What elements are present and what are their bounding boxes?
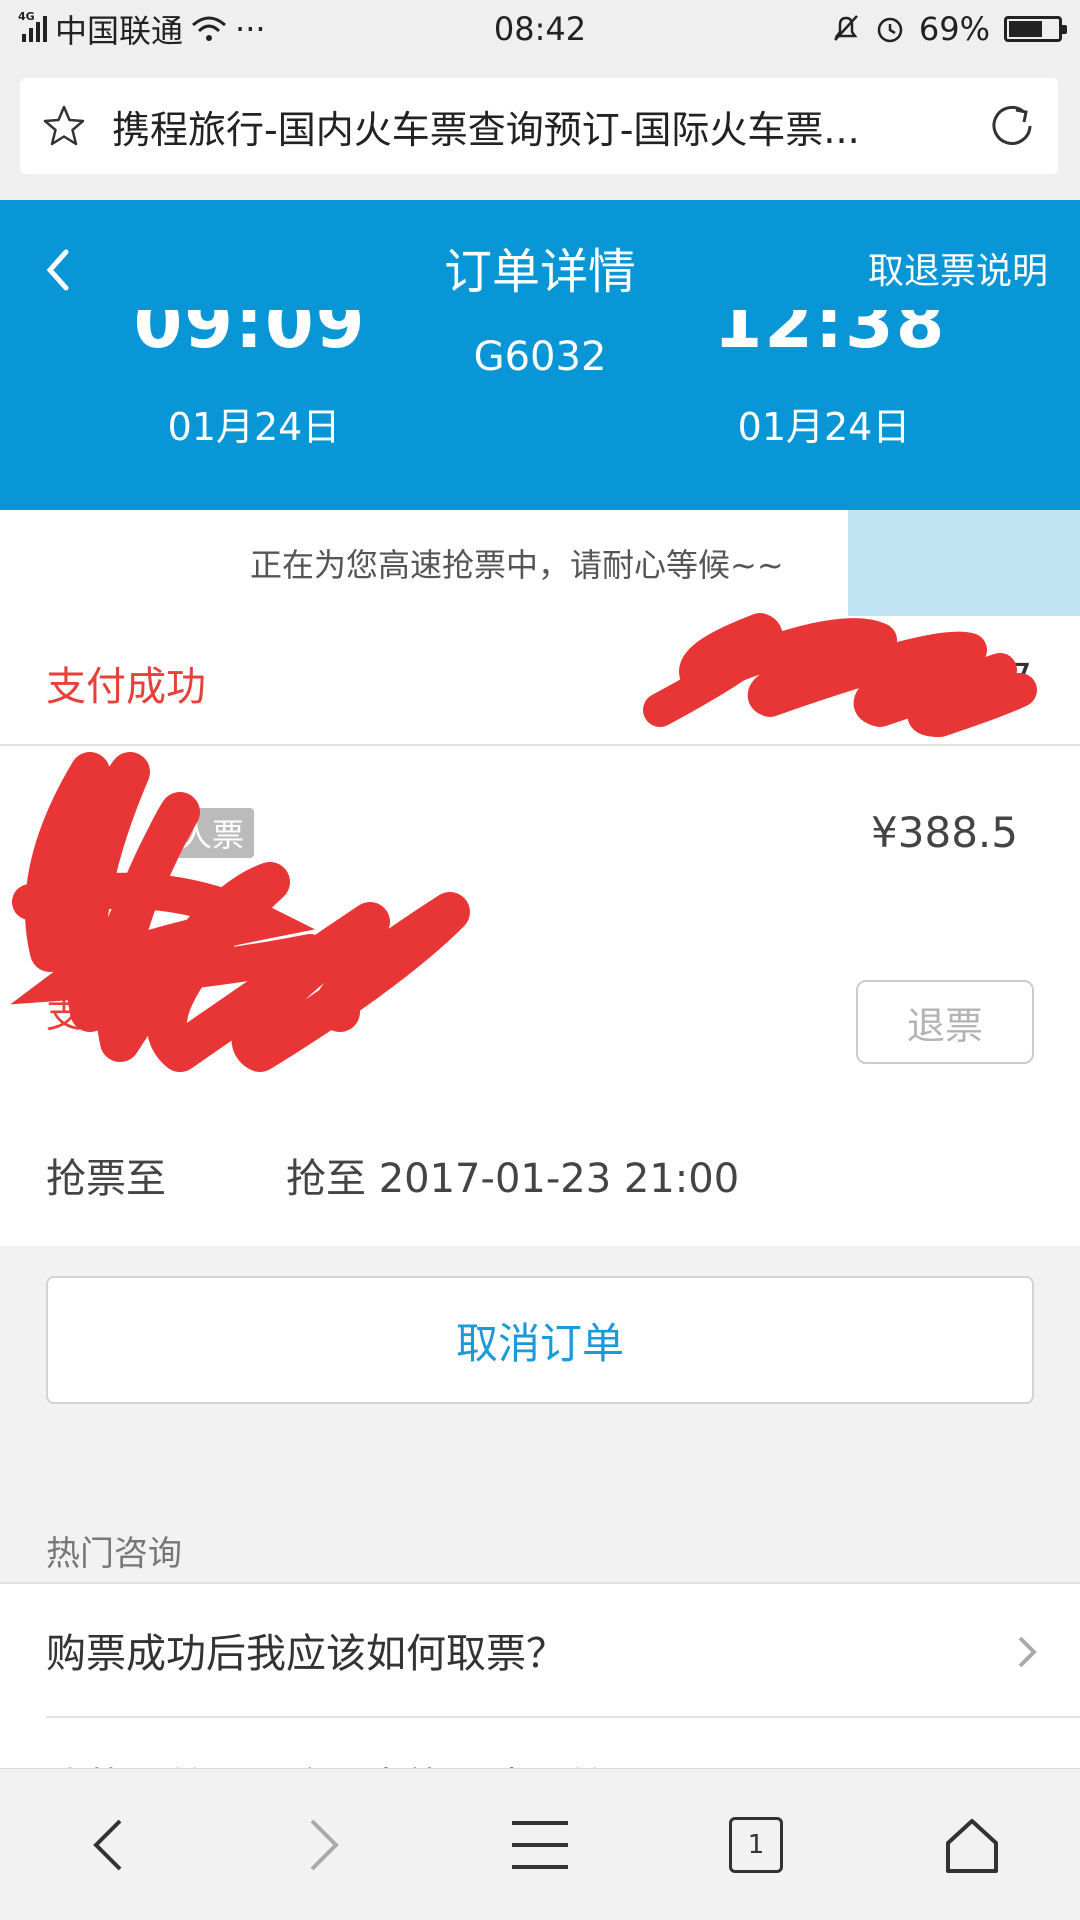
cancel-order-button[interactable]: 取消订单 <box>46 1276 1034 1404</box>
wifi-icon <box>192 16 227 41</box>
mute-bell-icon <box>833 15 858 41</box>
star-icon[interactable] <box>40 102 88 150</box>
redaction-scribble <box>10 752 470 1072</box>
chevron-right-icon <box>1018 1636 1037 1668</box>
battery-percent: 69% <box>918 10 990 48</box>
faq-question: 我的订单显示购票中能取消订单吗？ <box>46 1755 686 1768</box>
tabs-count: 1 <box>729 1816 783 1873</box>
arrival-date: 01月24日 <box>737 405 911 449</box>
url-bar[interactable]: 携程旅行-国内火车票查询预订-国际火车票... <box>20 78 1058 174</box>
redaction-scribble <box>643 613 1037 737</box>
grab-until-value: 抢至 2017-01-23 21:00 <box>286 1156 740 1202</box>
browser-menu-button[interactable] <box>500 1805 580 1885</box>
battery-icon <box>1004 16 1067 42</box>
alarm-icon <box>877 17 903 43</box>
clock: 08:42 <box>493 10 587 48</box>
more-indicator: ··· <box>235 10 266 48</box>
train-number: G6032 <box>473 334 607 380</box>
refund-button[interactable]: 退票 <box>856 980 1034 1064</box>
browser-toolbar: 1 <box>0 1768 1080 1920</box>
home-icon <box>946 1818 998 1873</box>
faq-title: 热门咨询 <box>46 1534 182 1574</box>
departure-date: 01月24日 <box>167 405 341 449</box>
browser-url-area: 携程旅行-国内火车票查询预订-国际火车票... <box>0 58 1080 200</box>
back-icon <box>93 1819 122 1870</box>
refund-info-link[interactable]: 取退票说明 <box>868 242 1048 294</box>
faq-item[interactable]: 我的订单显示购票中能取消订单吗？ <box>46 1718 1080 1768</box>
browser-forward-button[interactable] <box>284 1805 364 1885</box>
ticket-price: ¥388.5 <box>871 808 1018 857</box>
carrier-name: 中国联通 <box>55 12 184 50</box>
order-header: 订单详情 取退票说明 09:09 G6032 12:38 01月24日 01月2… <box>0 200 1080 510</box>
url-title[interactable]: 携程旅行-国内火车票查询预订-国际火车票... <box>112 99 970 154</box>
grab-until-label: 抢票至 <box>46 1156 166 1202</box>
menu-icon <box>512 1820 568 1869</box>
faq-item[interactable]: 购票成功后我应该如何取票？ <box>46 1584 1080 1718</box>
status-bar: 4G 中国联通 ··· 08:42 69% <box>0 0 1080 58</box>
signal-icon: 4G <box>18 10 47 42</box>
network-type: 4G <box>18 10 35 23</box>
browser-back-button[interactable] <box>68 1805 148 1885</box>
forward-icon <box>310 1819 339 1870</box>
faq-list: 购票成功后我应该如何取票？ 我的订单显示购票中能取消订单吗？ <box>0 1582 1080 1768</box>
payment-status: 支付成功 <box>46 664 206 710</box>
browser-home-button[interactable] <box>932 1805 1012 1885</box>
reload-icon[interactable] <box>986 100 1038 152</box>
notice-text: 正在为您高速抢票中，请耐心等候~~ <box>250 546 784 584</box>
faq-question: 购票成功后我应该如何取票？ <box>46 1631 566 1677</box>
browser-tabs-button[interactable]: 1 <box>716 1805 796 1885</box>
